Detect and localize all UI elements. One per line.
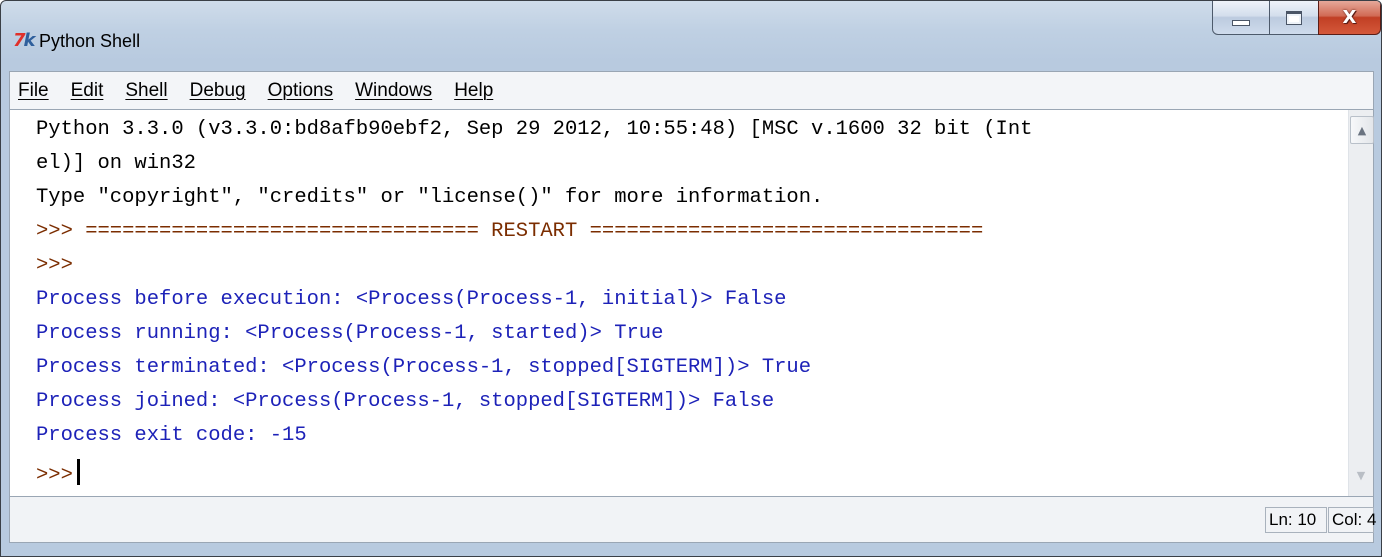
shell-output-pane[interactable]: Python 3.3.0 (v3.3.0:bd8afb90ebf2, Sep 2… xyxy=(9,109,1374,497)
minimize-icon xyxy=(1232,19,1250,26)
column-number-indicator: Col: 4 xyxy=(1328,507,1376,533)
shell-line: >>> xyxy=(36,254,73,277)
menu-windows[interactable]: Windows xyxy=(353,80,434,102)
shell-line: Process running: <Process(Process-1, sta… xyxy=(36,322,664,345)
maximize-icon xyxy=(1286,10,1302,25)
menu-bar: File Edit Shell Debug Options Windows He… xyxy=(9,71,1374,109)
title-bar[interactable]: 7k Python Shell X xyxy=(1,1,1381,63)
chevron-up-icon: ▲ xyxy=(1357,123,1367,137)
chevron-down-icon: ▼ xyxy=(1356,468,1366,482)
input-prompt: >>> xyxy=(36,464,73,487)
shell-line: Process terminated: <Process(Process-1, … xyxy=(36,356,812,379)
shell-line: Type "copyright", "credits" or "license(… xyxy=(36,186,824,209)
shell-text-area[interactable]: Python 3.3.0 (v3.3.0:bd8afb90ebf2, Sep 2… xyxy=(10,110,1348,496)
scroll-up-button[interactable]: ▲ xyxy=(1350,116,1374,144)
idle-app-icon: 7k xyxy=(13,30,36,51)
minimize-button[interactable] xyxy=(1212,1,1270,35)
scroll-down-button[interactable]: ▼ xyxy=(1350,462,1372,488)
close-button[interactable]: X xyxy=(1318,1,1381,35)
shell-line: Process exit code: -15 xyxy=(36,424,307,447)
shell-input-line[interactable]: >>> xyxy=(36,459,80,488)
menu-edit[interactable]: Edit xyxy=(69,80,106,102)
icon-seven-glyph: 7 xyxy=(13,30,25,51)
vertical-scrollbar[interactable]: ▲ ▼ xyxy=(1348,110,1374,496)
shell-line: el)] on win32 xyxy=(36,152,196,175)
close-icon: X xyxy=(1342,6,1357,28)
menu-options[interactable]: Options xyxy=(266,80,335,102)
shell-line: Process joined: <Process(Process-1, stop… xyxy=(36,390,775,413)
shell-line: >>> ================================ RES… xyxy=(36,220,984,243)
icon-k-glyph: k xyxy=(23,30,36,51)
python-shell-window: 7k Python Shell X File Edit Shell Debug … xyxy=(0,0,1382,557)
menu-help[interactable]: Help xyxy=(452,80,495,102)
text-cursor xyxy=(76,459,80,485)
shell-line: Process before execution: <Process(Proce… xyxy=(36,288,787,311)
window-title: Python Shell xyxy=(39,31,141,51)
maximize-button[interactable] xyxy=(1269,1,1319,35)
menu-file[interactable]: File xyxy=(16,80,51,102)
shell-line: Python 3.3.0 (v3.3.0:bd8afb90ebf2, Sep 2… xyxy=(36,118,1033,141)
menu-debug[interactable]: Debug xyxy=(188,80,248,102)
status-bar: Ln: 10 Col: 4 xyxy=(9,497,1376,543)
line-number-indicator: Ln: 10 xyxy=(1265,507,1327,533)
menu-shell[interactable]: Shell xyxy=(123,80,169,102)
